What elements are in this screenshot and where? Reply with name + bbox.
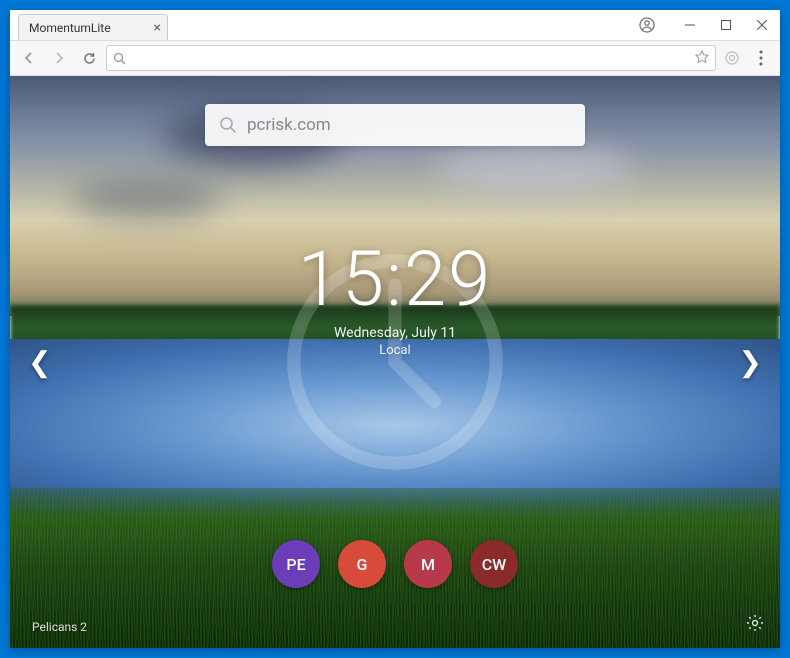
search-value: pcrisk.com [247,115,571,135]
shortcuts-row: PE G M CW [272,540,518,588]
search-box[interactable]: pcrisk.com [205,104,585,146]
next-arrow[interactable]: ❯ [729,336,772,389]
prev-arrow[interactable]: ❮ [18,336,61,389]
shortcut-pe[interactable]: PE [272,540,320,588]
clock-tz: Local [298,343,493,358]
shortcut-g[interactable]: G [338,540,386,588]
search-icon [113,52,126,65]
browser-tab[interactable]: MomentumLite × [18,14,168,40]
address-bar[interactable] [106,45,716,71]
extension-icon[interactable] [720,46,744,70]
reload-button[interactable] [76,45,102,71]
close-tab-icon[interactable]: × [154,21,161,35]
search-icon [219,116,237,134]
forward-button[interactable] [46,45,72,71]
settings-gear-icon[interactable] [746,614,764,636]
close-window-button[interactable] [744,10,780,40]
window-controls [632,10,780,40]
minimize-button[interactable] [672,10,708,40]
background-caption: Pelicans 2 [32,620,87,634]
bookmark-star-icon[interactable] [695,49,709,68]
address-input[interactable] [130,51,691,66]
back-button[interactable] [16,45,42,71]
account-icon[interactable] [632,17,662,33]
browser-window: MomentumLite × [10,10,780,648]
clock-date: Wednesday, July 11 [298,325,493,341]
clock-time: 15:29 [298,241,493,317]
shortcut-cw[interactable]: CW [470,540,518,588]
shortcut-m[interactable]: M [404,540,452,588]
maximize-button[interactable] [708,10,744,40]
new-tab-page: pcrisk.com 15:29 Wednesday, July 11 Loca… [10,76,780,648]
tab-title: MomentumLite [29,21,111,35]
menu-button[interactable] [748,45,774,71]
titlebar: MomentumLite × [10,10,780,40]
browser-toolbar [10,40,780,76]
clock-area: 15:29 Wednesday, July 11 Local [298,241,493,358]
